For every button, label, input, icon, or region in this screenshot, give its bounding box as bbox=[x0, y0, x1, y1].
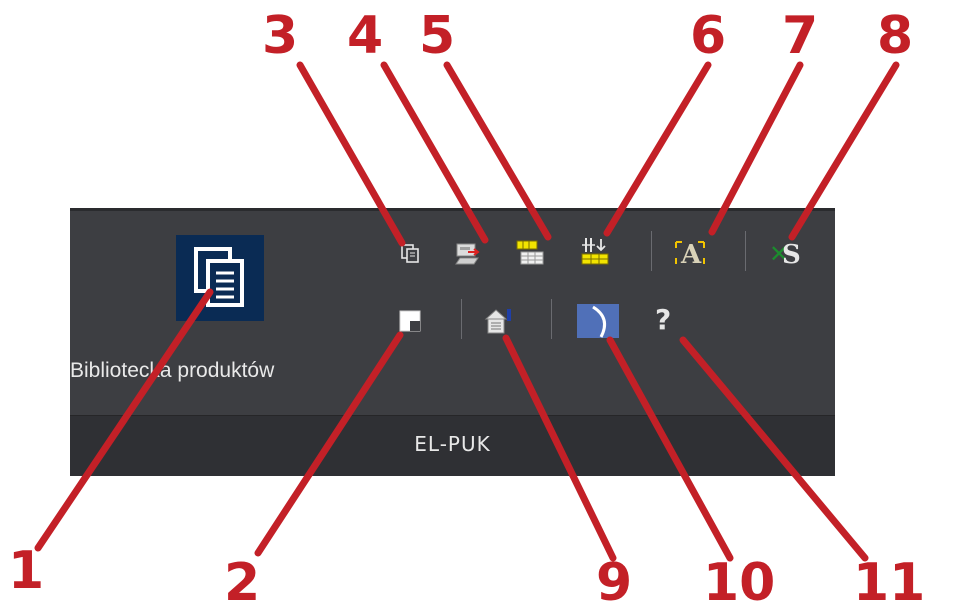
arc-icon bbox=[577, 304, 619, 338]
export-icon bbox=[455, 243, 480, 265]
callout-3: 3 bbox=[262, 6, 299, 66]
table-replace-icon bbox=[516, 240, 544, 265]
properties-button[interactable] bbox=[482, 306, 512, 336]
callout-10: 10 bbox=[703, 553, 776, 613]
ribbon-panel: Bibliotecka produktów A ✕ S ? EL-PUK bbox=[70, 208, 835, 476]
table-sort-icon bbox=[581, 238, 609, 265]
callout-9: 9 bbox=[596, 553, 633, 613]
table-sort-button[interactable] bbox=[580, 236, 610, 266]
callout-6: 6 bbox=[690, 6, 727, 66]
library-icon bbox=[176, 235, 264, 321]
table-replace-button[interactable] bbox=[515, 238, 545, 268]
callout-7: 7 bbox=[782, 6, 819, 66]
window-icon bbox=[399, 310, 421, 332]
window-button[interactable] bbox=[395, 306, 425, 336]
separator bbox=[745, 231, 746, 271]
callout-11: 11 bbox=[853, 553, 926, 613]
separator bbox=[551, 299, 552, 339]
callout-5: 5 bbox=[419, 6, 456, 66]
export-button[interactable] bbox=[453, 238, 483, 268]
help-icon: ? bbox=[655, 304, 671, 334]
properties-icon bbox=[484, 309, 511, 334]
svg-text:S: S bbox=[782, 240, 801, 268]
svg-text:?: ? bbox=[655, 304, 671, 334]
group-label: EL-PUK bbox=[414, 432, 491, 456]
product-library-button[interactable]: Bibliotecka produktów bbox=[70, 235, 380, 385]
svg-text:A: A bbox=[680, 240, 702, 268]
copy-icon bbox=[401, 244, 419, 263]
callout-8: 8 bbox=[877, 6, 914, 66]
text-style-button[interactable]: A bbox=[672, 235, 708, 269]
separator bbox=[461, 299, 462, 339]
text-style-icon: A bbox=[675, 240, 705, 268]
help-button[interactable]: ? bbox=[650, 304, 680, 334]
arc-button[interactable] bbox=[577, 304, 619, 338]
callout-1: 1 bbox=[8, 541, 45, 601]
callout-line-7 bbox=[708, 61, 804, 236]
excel-icon: ✕ S bbox=[769, 240, 801, 268]
callout-4: 4 bbox=[347, 6, 384, 66]
excel-button[interactable]: ✕ S bbox=[767, 235, 803, 269]
separator bbox=[651, 231, 652, 271]
callout-2: 2 bbox=[224, 553, 261, 613]
product-library-label: Bibliotecka produktów bbox=[70, 359, 275, 382]
group-footer: EL-PUK bbox=[70, 415, 835, 476]
copy-button[interactable] bbox=[395, 238, 425, 268]
